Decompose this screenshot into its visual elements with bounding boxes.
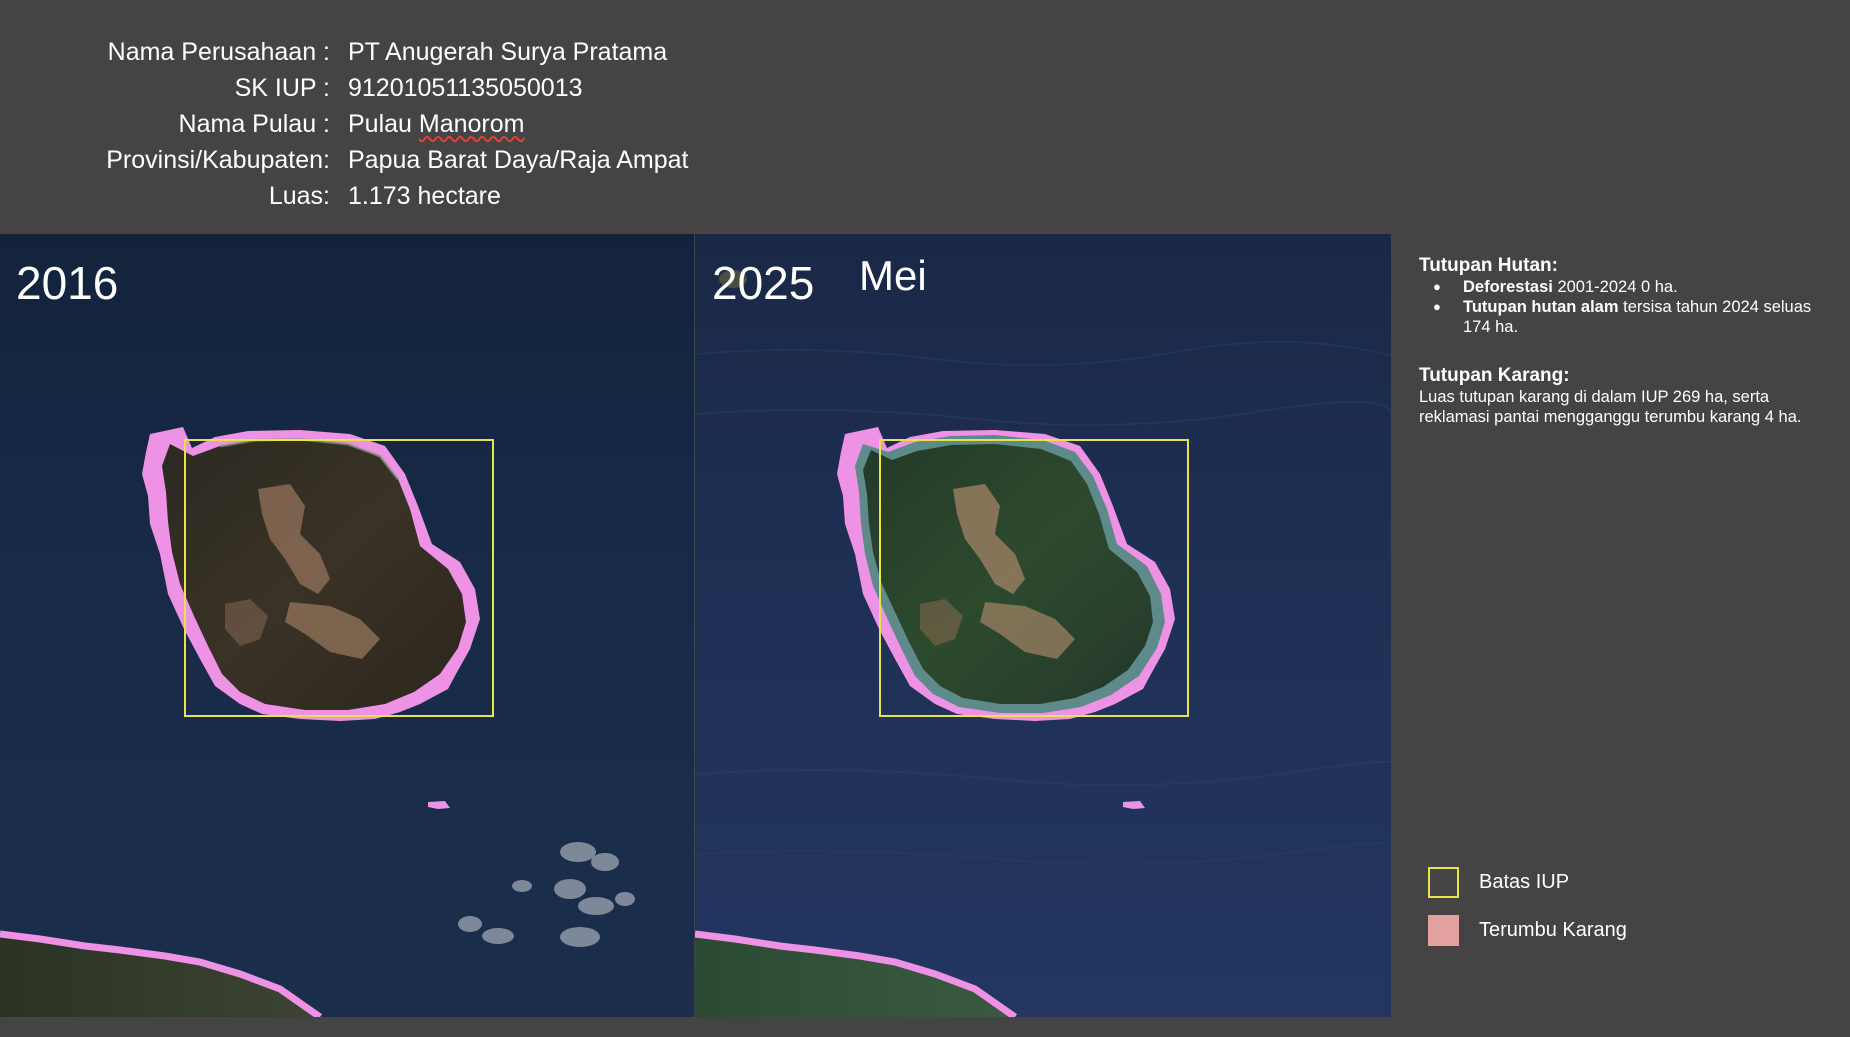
legend-label-iup: Batas IUP xyxy=(1479,871,1570,893)
forest-cover-heading: Tutupan Hutan: xyxy=(1419,255,1558,276)
info-row-company: Nama Perusahaan : PT Anugerah Surya Prat… xyxy=(0,34,760,70)
forest-bullet-bold: Deforestasi xyxy=(1463,278,1553,296)
island-label: Nama Pulau : xyxy=(178,109,330,138)
satellite-image-2016 xyxy=(0,427,635,1017)
area-label: Luas: xyxy=(268,181,330,210)
company-info: Nama Perusahaan : PT Anugerah Surya Prat… xyxy=(0,34,760,214)
legend-item-coral: Terumbu Karang xyxy=(1428,913,1627,948)
island-value-spellcheck[interactable]: Manorom xyxy=(419,110,525,138)
satellite-map-2025[interactable]: 2025 Mei xyxy=(695,234,1391,1017)
mainland-land xyxy=(0,934,320,1017)
month-label-2025: Mei xyxy=(859,252,927,299)
island-value-prefix: Pulau xyxy=(348,109,419,138)
region-label: Provinsi/Kabupaten: xyxy=(106,145,330,174)
company-name-value: PT Anugerah Surya Pratama xyxy=(348,37,668,66)
satellite-image-2025 xyxy=(695,270,1391,1017)
island-value: Pulau Manorom xyxy=(348,110,760,139)
coral-cover-heading: Tutupan Karang: xyxy=(1419,365,1570,386)
forest-bullet-deforestation: Deforestasi 2001-2024 0 ha. xyxy=(1419,277,1819,297)
map-legend: Batas IUP Terumbu Karang xyxy=(1428,865,1627,961)
info-row-island: Nama Pulau : Pulau Manorom xyxy=(0,106,760,142)
license-label: SK IUP : xyxy=(234,73,330,102)
forest-cover-list: Deforestasi 2001-2024 0 ha. Tutupan huta… xyxy=(1419,277,1819,337)
iup-boundary-swatch xyxy=(1428,867,1459,898)
region-value: Papua Barat Daya/Raja Ampat xyxy=(348,145,689,174)
info-row-license: SK IUP : 91201051135050013 xyxy=(0,70,760,106)
legend-item-iup: Batas IUP xyxy=(1428,865,1627,900)
forest-bullet-text: 2001-2024 0 ha. xyxy=(1552,278,1678,296)
license-value: 91201051135050013 xyxy=(348,73,583,102)
coral-reef-swatch xyxy=(1428,915,1459,946)
statistics-panel: Tutupan Hutan: Deforestasi 2001-2024 0 h… xyxy=(1419,255,1819,427)
area-value: 1.173 hectare xyxy=(348,181,501,210)
legend-label-coral: Terumbu Karang xyxy=(1479,919,1627,941)
cloud-cluster xyxy=(458,842,635,947)
mainland-land xyxy=(695,934,1015,1017)
satellite-map-2016[interactable]: 2016 xyxy=(0,234,694,1017)
forest-bullet-natural-forest: Tutupan hutan alam tersisa tahun 2024 se… xyxy=(1419,297,1819,337)
coral-cover-text: Luas tutupan karang di dalam IUP 269 ha,… xyxy=(1419,388,1802,426)
forest-bullet-bold: Tutupan hutan alam xyxy=(1463,298,1619,316)
info-row-region: Provinsi/Kabupaten: Papua Barat Daya/Raj… xyxy=(0,142,760,178)
info-row-area: Luas: 1.173 hectare xyxy=(0,178,760,214)
year-label-2016: 2016 xyxy=(16,257,119,309)
company-name-label: Nama Perusahaan : xyxy=(107,37,330,66)
year-label-2025: 2025 xyxy=(712,257,815,309)
